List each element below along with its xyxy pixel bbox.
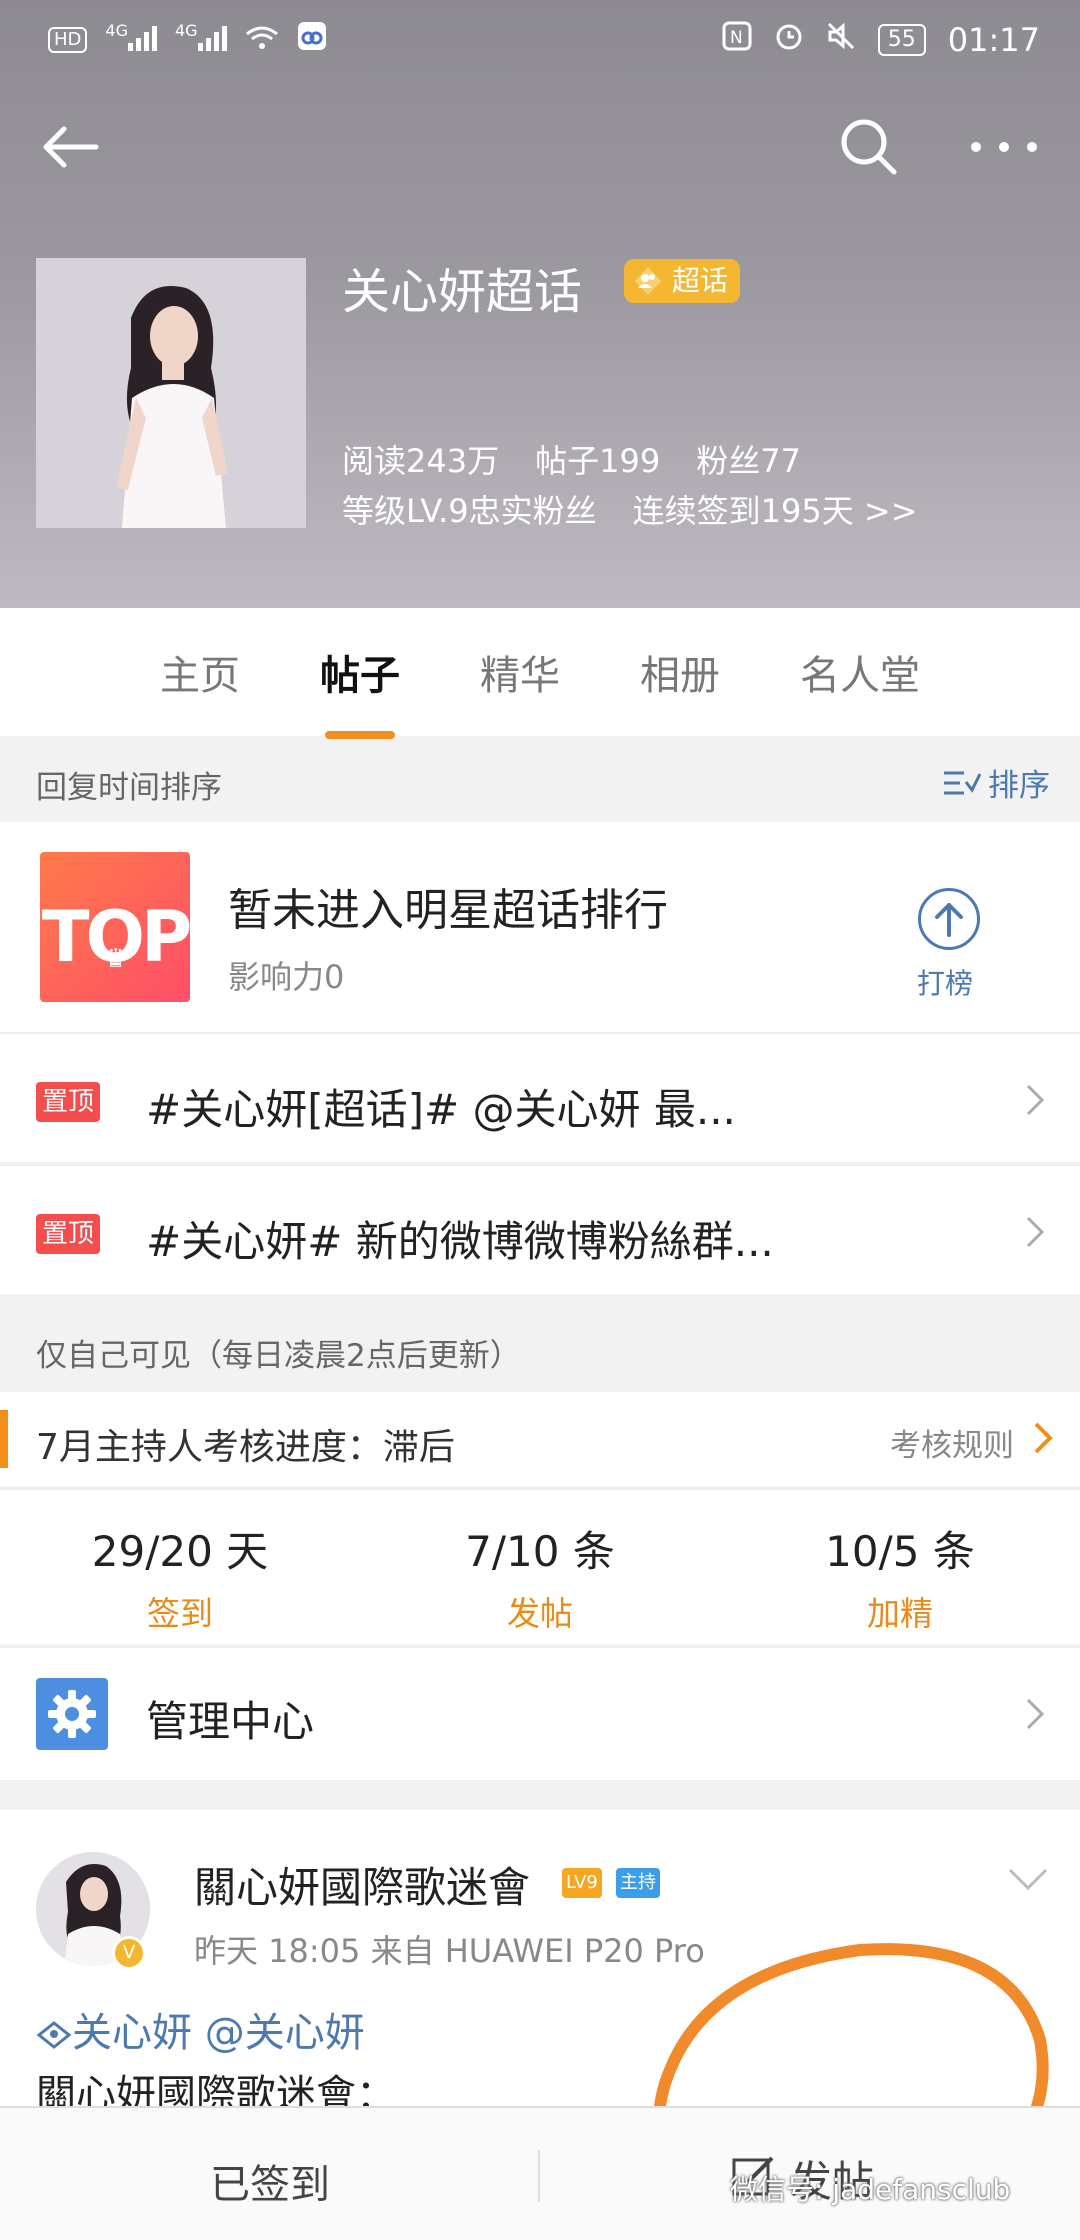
svg-text:N: N <box>730 28 743 48</box>
sort-icon <box>944 771 982 794</box>
supertopic-badge: 超话 <box>624 259 741 303</box>
host-assessment: 7月主持人考核进度：滞后 考核规则 <box>0 1392 1080 1486</box>
signal-icon: 4G <box>105 21 157 59</box>
ranking-title: 暂未进入明星超话排行 <box>228 885 668 936</box>
verified-icon: V <box>112 1936 146 1970</box>
chevron-right-icon <box>1020 1694 1050 1734</box>
pinned-post[interactable]: 置顶 #关心妍# 新的微博微博粉絲群... <box>0 1164 1080 1294</box>
topic-stats-line2: 等级LV.9忠实粉丝 连续签到195天 >> <box>342 486 954 532</box>
back-arrow-icon[interactable] <box>36 112 106 182</box>
metric-value: 7/10 条 <box>465 1527 615 1576</box>
pinned-post-title: #关心妍# 新的微博微博粉絲群... <box>146 1217 774 1266</box>
up-arrow-icon <box>918 888 980 950</box>
chevron-right-icon <box>1020 1080 1050 1120</box>
post-mentions[interactable]: 关心妍 @关心妍 <box>36 2000 365 2058</box>
badge-label: 超话 <box>672 264 729 297</box>
metric-value: 29/20 天 <box>91 1527 269 1576</box>
status-bar: HD 4G 4G N 55 01:17 <box>48 18 1040 62</box>
tab-home[interactable]: 主页 <box>160 643 240 701</box>
checkin-streak-link[interactable]: 连续签到195天 >> <box>633 492 918 530</box>
topic-stats: 阅读243万 帖子199 粉丝77 <box>342 436 837 482</box>
influence-value: 影响力0 <box>228 958 345 996</box>
tab-bar: 主页 帖子 精华 相册 名人堂 <box>0 608 1080 736</box>
signal-icon-2: 4G <box>175 21 227 59</box>
divider <box>538 2150 540 2202</box>
management-center-label: 管理中心 <box>146 1697 315 1746</box>
post-meta: 昨天 18:05 来自 HUAWEI P20 Pro <box>194 1932 705 1970</box>
metric-label: 发帖 <box>507 1594 573 1633</box>
vote-label: 打榜 <box>916 967 973 1000</box>
metric-label: 加精 <box>867 1594 933 1633</box>
nfc-icon: N <box>722 21 752 59</box>
clock: 01:17 <box>947 21 1040 59</box>
wifi-icon <box>245 21 279 59</box>
tab-featured[interactable]: 精华 <box>480 643 560 701</box>
host-badge: 主持 <box>616 1868 660 1898</box>
fan-count: 粉丝77 <box>696 442 801 480</box>
app-notification-icon <box>297 21 327 59</box>
wechat-watermark: 微信号: jadefansclub <box>730 2173 1011 2206</box>
top-rank-logo: ♛ TOP <box>40 852 192 1002</box>
assessment-metrics: 29/20 天 签到 7/10 条 发帖 10/5 条 加精 <box>0 1488 1080 1644</box>
hd-indicator: HD <box>48 27 88 53</box>
pinned-post[interactable]: 置顶 #关心妍[超话]# @关心妍 最... <box>0 1032 1080 1162</box>
users-icon <box>632 265 664 297</box>
chevron-down-icon[interactable] <box>1006 1864 1050 1894</box>
topic-title: 关心妍超话 <box>342 264 583 320</box>
sort-button[interactable]: 排序 <box>942 760 1050 805</box>
management-center[interactable]: 管理中心 <box>0 1646 1080 1780</box>
fan-level: 等级LV.9忠实粉丝 <box>342 492 597 530</box>
chevron-right-icon <box>1020 1212 1050 1252</box>
assessment-progress: 7月主持人考核进度：滞后 <box>36 1427 455 1468</box>
search-icon[interactable] <box>834 112 904 182</box>
checked-in-button[interactable]: 已签到 <box>210 2152 330 2210</box>
assessment-rules-link[interactable]: 考核规则 <box>890 1420 1014 1465</box>
metric-checkin: 29/20 天 签到 <box>0 1490 360 1644</box>
private-note: 仅自己可见（每日凌晨2点后更新） <box>36 1338 521 1374</box>
supertopic-icon <box>36 2021 72 2049</box>
metric-value: 10/5 条 <box>825 1527 975 1576</box>
gear-icon <box>36 1678 108 1750</box>
topic-header: HD 4G 4G N 55 01:17 关心妍超话 超话 阅读243万 帖子19… <box>0 0 1080 608</box>
sort-mode-label: 回复时间排序 <box>36 770 222 806</box>
level-badge: LV9 <box>562 1868 602 1898</box>
tab-hall-of-fame[interactable]: 名人堂 <box>800 643 920 701</box>
metric-label: 签到 <box>147 1594 213 1633</box>
pinned-badge: 置顶 <box>36 1082 101 1122</box>
topic-avatar <box>36 258 306 528</box>
read-count: 阅读243万 <box>342 442 500 480</box>
pinned-badge: 置顶 <box>36 1214 101 1254</box>
more-options-icon[interactable] <box>964 112 1044 182</box>
tab-album[interactable]: 相册 <box>640 643 720 701</box>
post-tags-text: 关心妍 @关心妍 <box>72 2010 365 2056</box>
mute-icon <box>826 21 856 59</box>
sort-bar: 回复时间排序 排序 <box>0 740 1080 822</box>
pinned-post-title: #关心妍[超话]# @关心妍 最... <box>146 1085 736 1134</box>
author-name[interactable]: 關心妍國際歌迷會 <box>194 1854 530 1915</box>
chevron-right-icon[interactable] <box>1030 1420 1056 1456</box>
vote-button[interactable]: 打榜 <box>914 888 984 1002</box>
battery-indicator: 55 <box>877 24 926 56</box>
tab-posts[interactable]: 帖子 <box>320 643 400 701</box>
private-note-bar: 仅自己可见（每日凌晨2点后更新） <box>0 1298 1080 1392</box>
alarm-icon <box>774 21 804 59</box>
sort-button-label: 排序 <box>988 768 1050 804</box>
crown-icon: ♛ <box>104 944 127 974</box>
accent-bar <box>0 1410 8 1468</box>
metric-featured: 10/5 条 加精 <box>720 1490 1080 1644</box>
post-count: 帖子199 <box>535 442 661 480</box>
metric-posts: 7/10 条 发帖 <box>360 1490 720 1644</box>
feed-post[interactable]: V 關心妍國際歌迷會 LV9 主持 昨天 18:05 来自 HUAWEI P20… <box>0 1810 1080 2118</box>
ranking-card[interactable]: ♛ TOP 暂未进入明星超话排行 影响力0 打榜 <box>0 822 1080 1032</box>
